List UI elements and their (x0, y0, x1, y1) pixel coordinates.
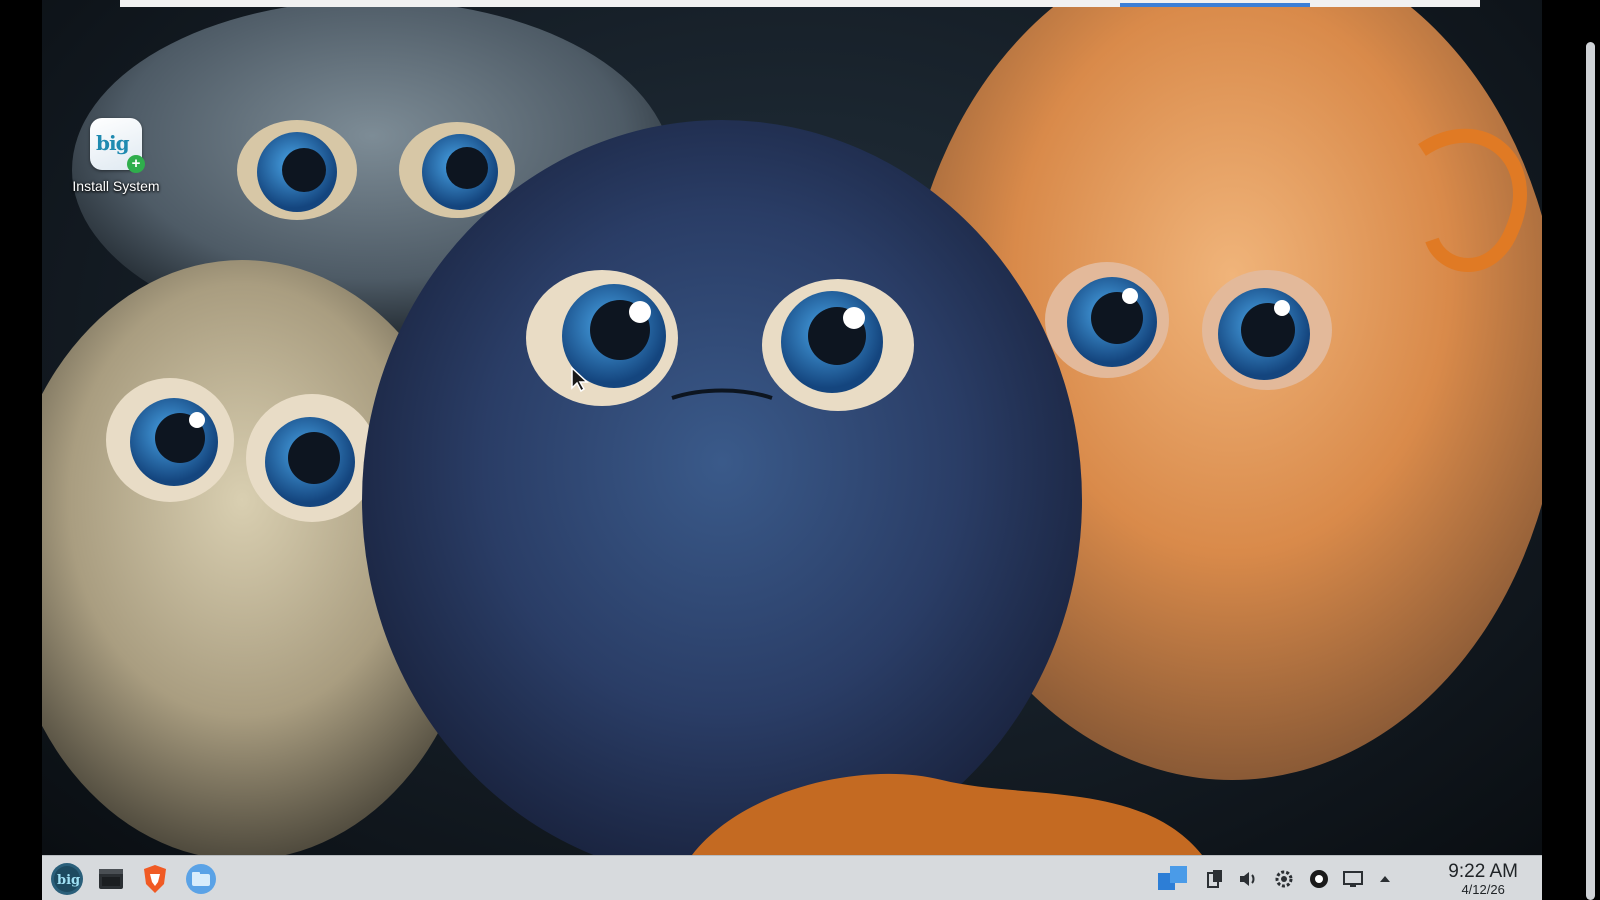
expand-tray-arrow-icon[interactable] (1372, 866, 1398, 892)
svg-text:big: big (57, 873, 80, 888)
desktop-icon-label: Install System (72, 178, 160, 194)
vm-screen: big + Install System big 9:22 AM 4/12/26 (42, 0, 1542, 900)
desktop-wallpaper (42, 0, 1542, 855)
clock-date: 4/12/26 (1461, 882, 1505, 897)
brave-browser-icon[interactable] (138, 862, 172, 896)
wallpaper-artwork (42, 0, 1542, 855)
install-system-icon-text: big (96, 131, 130, 155)
desktop-icon-install-system[interactable]: big + Install System (60, 118, 172, 194)
install-system-icon: big + (90, 118, 145, 173)
app-menu-icon[interactable]: big (50, 862, 84, 896)
plus-badge-icon: + (127, 155, 145, 173)
system-clock[interactable]: 9:22 AM 4/12/26 (1448, 861, 1518, 898)
mouse-pointer-icon (570, 366, 590, 397)
display-icon[interactable] (1340, 866, 1366, 892)
active-tab-indicator (1120, 3, 1310, 7)
volume-icon[interactable] (1235, 866, 1261, 892)
clock-time: 9:22 AM (1448, 861, 1518, 882)
viewer-scrollbar[interactable] (1586, 42, 1595, 900)
clipboard-icon[interactable] (1202, 866, 1228, 892)
taskbar: big 9:22 AM 4/12/26 (42, 855, 1542, 900)
record-icon[interactable] (1306, 866, 1332, 892)
settings-gear-icon[interactable] (1271, 866, 1297, 892)
task-switcher-icon[interactable] (1155, 863, 1191, 893)
window-top-strip (120, 0, 1480, 7)
file-manager-icon[interactable] (184, 862, 218, 896)
terminal-icon[interactable] (94, 862, 128, 896)
